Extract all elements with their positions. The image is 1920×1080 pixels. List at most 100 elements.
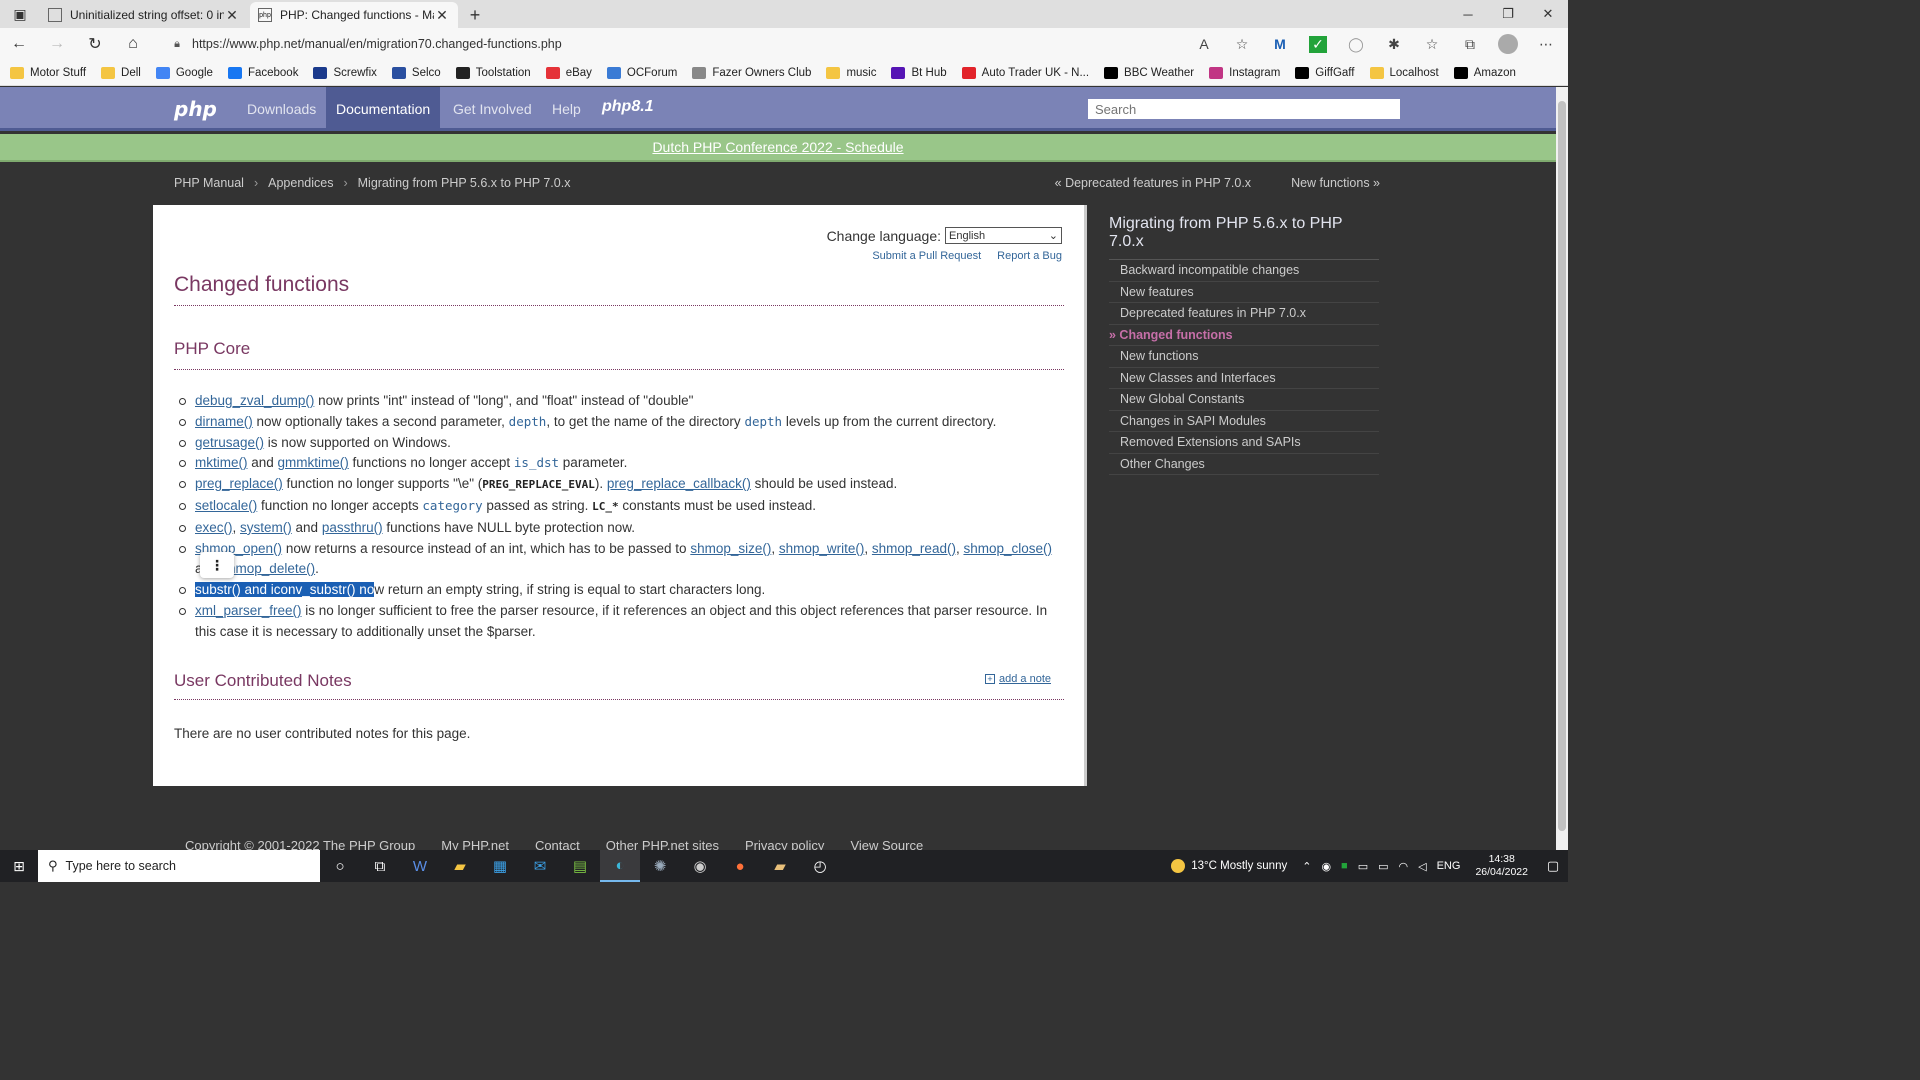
function-link[interactable]: preg_replace()	[195, 476, 283, 491]
bookmark-item[interactable]: Selco	[391, 66, 441, 79]
extension-m-icon[interactable]: M	[1261, 28, 1299, 60]
home-icon[interactable]: ⌂	[114, 28, 152, 60]
language-indicator[interactable]: ENG	[1437, 860, 1461, 872]
sidebar-item[interactable]: Other Changes	[1109, 454, 1379, 475]
function-link[interactable]: mktime()	[195, 455, 248, 470]
taskbar-search[interactable]: ⚲ Type here to search	[38, 850, 320, 882]
sidebar-item[interactable]: New functions	[1109, 346, 1379, 368]
close-tab-icon[interactable]: ✕	[434, 7, 450, 24]
function-link[interactable]: debug_zval_dump()	[195, 393, 314, 408]
bookmark-item[interactable]: Instagram	[1209, 66, 1280, 79]
nav-help[interactable]: Help	[542, 87, 591, 131]
language-select[interactable]: English ⌄	[945, 227, 1062, 244]
function-link[interactable]: xml_parser_free()	[195, 603, 302, 618]
edge-icon[interactable]: ◐	[600, 850, 640, 882]
favorites-icon[interactable]: ☆	[1413, 28, 1451, 60]
sidebar-item[interactable]: Removed Extensions and SAPIs	[1109, 432, 1379, 454]
bookmark-item[interactable]: Bt Hub	[891, 66, 947, 79]
chevron-up-icon[interactable]: ⌃	[1302, 860, 1311, 873]
tray-icon[interactable]: ▭	[1358, 860, 1368, 873]
page-scrollbar[interactable]	[1556, 87, 1568, 850]
function-link[interactable]: setlocale()	[195, 498, 257, 513]
next-page-link[interactable]: New functions »	[1291, 176, 1380, 190]
notifications-icon[interactable]: ▢	[1538, 858, 1568, 874]
file-explorer-icon[interactable]: ▰	[440, 850, 480, 882]
app-icon[interactable]: ◉	[680, 850, 720, 882]
tray-icon[interactable]: ◉	[1321, 860, 1331, 873]
bookmark-item[interactable]: Motor Stuff	[10, 66, 86, 79]
php81-logo[interactable]: php8.1	[602, 98, 654, 116]
windows-start-icon[interactable]: ⊞	[0, 850, 38, 882]
notepad-icon[interactable]: ▤	[560, 850, 600, 882]
mail-icon[interactable]: ✉	[520, 850, 560, 882]
profile-avatar[interactable]	[1489, 28, 1527, 60]
search-input[interactable]	[1088, 99, 1400, 119]
sidebar-item[interactable]: New Classes and Interfaces	[1109, 368, 1379, 389]
function-link[interactable]: system()	[240, 520, 292, 535]
selected-text[interactable]: substr() and iconv_substr() no	[195, 582, 375, 598]
restore-icon[interactable]: ❐	[1488, 0, 1528, 28]
refresh-icon[interactable]: ↻	[76, 28, 114, 60]
extensions-icon[interactable]: ✱	[1375, 28, 1413, 60]
bookmark-item[interactable]: music	[826, 66, 876, 79]
sidebar-item[interactable]: Changes in SAPI Modules	[1109, 411, 1379, 432]
function-link[interactable]: passthru()	[322, 520, 383, 535]
report-bug-link[interactable]: Report a Bug	[997, 250, 1062, 262]
bookmark-item[interactable]: Auto Trader UK - N...	[961, 66, 1089, 79]
conference-link[interactable]: Dutch PHP Conference 2022 - Schedule	[652, 139, 903, 155]
function-link[interactable]: gmmktime()	[278, 455, 349, 470]
firefox-icon[interactable]: ●	[720, 850, 760, 882]
tab-actions-icon[interactable]: ▣	[0, 0, 40, 28]
sidebar-title[interactable]: Migrating from PHP 5.6.x to PHP 7.0.x	[1109, 215, 1379, 260]
bookmark-item[interactable]: Dell	[101, 66, 141, 79]
task-view-icon[interactable]: ⧉	[360, 850, 400, 882]
forward-icon[interactable]: →	[38, 28, 76, 60]
sidebar-item[interactable]: Deprecated features in PHP 7.0.x	[1109, 303, 1379, 325]
add-note-link[interactable]: + add a note	[985, 673, 1051, 685]
browser-tab-1[interactable]: Uninitialized string offset: 0 in ac ✕	[40, 2, 248, 28]
read-aloud-icon[interactable]: A	[1185, 28, 1223, 60]
word-icon[interactable]: W	[400, 850, 440, 882]
collections-icon[interactable]: ⧉	[1451, 28, 1489, 60]
php-logo[interactable]: php	[174, 97, 217, 121]
bookmark-item[interactable]: Amazon	[1453, 66, 1516, 79]
volume-icon[interactable]: ◁	[1418, 860, 1426, 873]
bookmark-item[interactable]: Fazer Owners Club	[692, 66, 811, 79]
function-link[interactable]: shmop_delete()	[221, 561, 315, 576]
extension-circle-icon[interactable]: ◯	[1337, 28, 1375, 60]
bookmark-item[interactable]: GiffGaff	[1295, 66, 1355, 79]
sidebar-item[interactable]: New Global Constants	[1109, 389, 1379, 411]
nav-get-involved[interactable]: Get Involved	[443, 87, 542, 131]
minimize-icon[interactable]: ─	[1448, 0, 1488, 28]
extension-check-icon[interactable]: ✓	[1299, 28, 1337, 60]
bookmark-item[interactable]: BBC Weather	[1104, 66, 1194, 79]
weather-widget[interactable]: 13°C Mostly sunny	[1171, 859, 1287, 873]
app-icon[interactable]: ✺	[640, 850, 680, 882]
browser-tab-2[interactable]: php PHP: Changed functions - Manua ✕	[250, 2, 458, 28]
speedometer-icon[interactable]: ◴	[800, 850, 840, 882]
bookmark-item[interactable]: Screwfix	[313, 66, 377, 79]
function-link[interactable]: preg_replace_callback()	[607, 476, 751, 491]
app-icon[interactable]: ▰	[760, 850, 800, 882]
more-icon[interactable]: ⋯	[1527, 28, 1565, 60]
prev-page-link[interactable]: « Deprecated features in PHP 7.0.x	[1055, 176, 1251, 190]
selection-context-menu-button[interactable]: ⋮	[200, 552, 234, 578]
scrollbar-thumb[interactable]	[1558, 101, 1566, 831]
function-link[interactable]: shmop_size()	[690, 541, 771, 556]
cortana-icon[interactable]: ○	[320, 850, 360, 882]
function-link[interactable]: getrusage()	[195, 435, 264, 450]
bookmark-item[interactable]: Google	[155, 66, 213, 79]
close-window-icon[interactable]: ✕	[1528, 0, 1568, 28]
tray-icon[interactable]: ■	[1341, 860, 1348, 872]
bookmark-item[interactable]: eBay	[545, 66, 592, 79]
url-field[interactable]: 🔒︎ https://www.php.net/manual/en/migrati…	[162, 31, 1250, 57]
sidebar-item[interactable]: New features	[1109, 282, 1379, 303]
clock[interactable]: 14:38 26/04/2022	[1475, 853, 1528, 879]
function-link[interactable]: exec()	[195, 520, 233, 535]
bookmark-item[interactable]: Localhost	[1369, 66, 1439, 79]
store-icon[interactable]: ▦	[480, 850, 520, 882]
breadcrumb-migrating[interactable]: Migrating from PHP 5.6.x to PHP 7.0.x	[358, 176, 571, 190]
battery-icon[interactable]: ▭	[1378, 860, 1388, 873]
bookmark-item[interactable]: Facebook	[227, 66, 298, 79]
wifi-icon[interactable]: ◠	[1399, 860, 1409, 873]
